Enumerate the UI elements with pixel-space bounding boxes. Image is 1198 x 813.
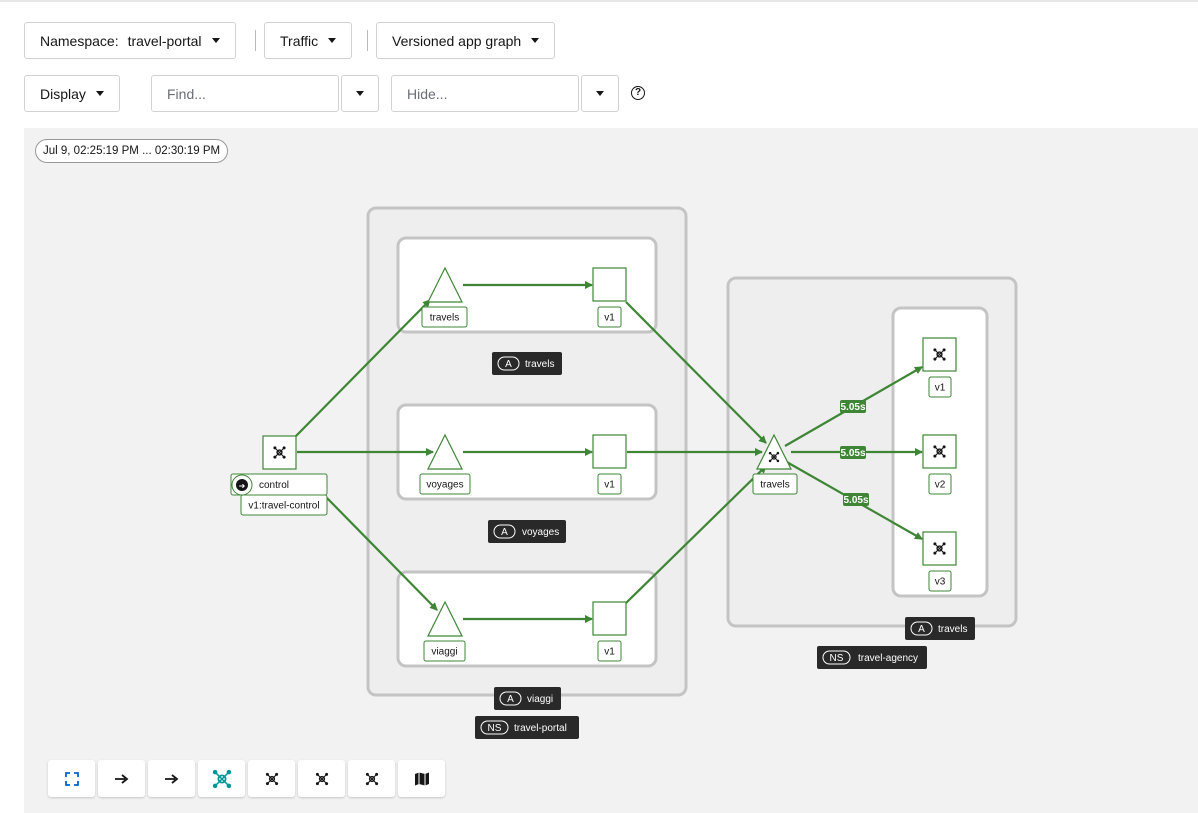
node-control[interactable]: ➜ control v1:travel-control [230,435,328,516]
svg-text:5.05s: 5.05s [840,402,865,413]
layout-left-right-button[interactable] [98,760,145,797]
node-travels-v1[interactable]: v1 [592,267,627,328]
layout-1-button[interactable] [248,760,295,797]
layout-3-button[interactable] [348,760,395,797]
svg-text:travels: travels [430,313,459,324]
topology-icon [212,769,231,788]
box-label-ns-travel-portal: NS travel-portal [475,716,579,739]
map-icon [414,772,429,785]
expand-icon [64,771,79,786]
layout-top-down-button[interactable] [148,760,195,797]
box-label-app-agency-travels: A travels [905,617,975,640]
box-label-app-travels: A travels [492,352,562,375]
edge-label-v2: 5.05s [840,446,866,459]
svg-text:5.05s: 5.05s [840,448,865,459]
svg-text:NS: NS [830,653,844,664]
node-viaggi-v1[interactable]: v1 [592,601,627,662]
svg-text:A: A [505,359,512,370]
svg-text:NS: NS [488,723,502,734]
svg-text:v1: v1 [604,313,615,324]
svg-text:v1:travel-control: v1:travel-control [248,501,319,512]
svg-text:A: A [501,527,508,538]
svg-text:v1: v1 [935,383,946,394]
layout-2-button[interactable] [298,760,345,797]
arrow-right-icon [114,773,128,784]
svg-text:voyages: voyages [426,480,463,491]
svg-text:5.05s: 5.05s [843,495,868,506]
svg-text:travels: travels [525,359,554,370]
node-voyages-v1[interactable]: v1 [592,434,627,495]
topology-icon [314,771,329,786]
svg-text:viaggi: viaggi [527,694,553,705]
service-graph: 5.05s 5.05s 5.05s ➜ control v1:travel-co… [230,206,1018,739]
box-label-app-viaggi: A viaggi [494,687,561,710]
svg-text:control: control [259,480,289,491]
svg-text:voyages: voyages [522,527,559,538]
box-label-app-voyages: A voyages [488,520,566,543]
fit-to-screen-button[interactable] [48,760,95,797]
edge-label-v1: 5.05s [840,400,866,413]
svg-text:➜: ➜ [239,482,246,491]
svg-text:travels: travels [938,624,967,635]
legend-button[interactable] [398,760,445,797]
box-label-ns-travel-agency: NS travel-agency [817,646,927,669]
svg-text:A: A [507,694,514,705]
svg-text:travel-portal: travel-portal [514,723,567,734]
topology-icon [364,771,379,786]
arrow-right-icon [164,773,178,784]
svg-text:A: A [918,624,925,635]
svg-text:v3: v3 [935,577,946,588]
svg-text:travel-agency: travel-agency [858,653,918,664]
svg-text:v1: v1 [604,647,615,658]
svg-text:v1: v1 [604,480,615,491]
svg-text:v2: v2 [935,480,946,491]
topology-icon [264,771,279,786]
svg-text:travels: travels [760,480,789,491]
layout-default-button[interactable] [198,760,245,797]
svg-text:viaggi: viaggi [431,647,457,658]
edge-label-v3: 5.05s [843,493,869,506]
